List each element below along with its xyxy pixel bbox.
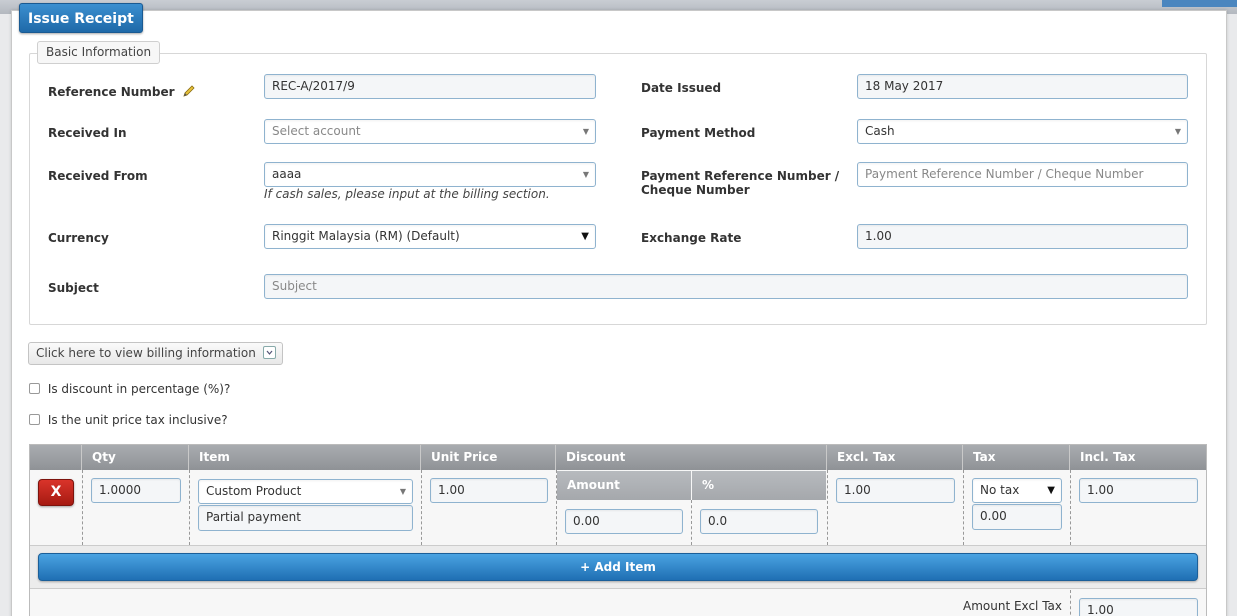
excl-tax-input[interactable]: 1.00 [836,478,955,503]
header-unit-price: Unit Price [421,445,556,470]
date-issued-label: Date Issued [641,81,722,95]
amount-excl-tax-label: Amount Excl Tax [963,599,1062,613]
discount-percentage-checkbox[interactable] [29,383,40,394]
column-divider [1070,470,1071,545]
exchange-rate-input[interactable]: 1.00 [857,224,1188,249]
column-divider [963,470,964,545]
column-divider [556,470,557,545]
header-qty: Qty [82,445,189,470]
payment-reference-label: Payment Reference Number / Cheque Number [641,169,840,197]
payment-method-label: Payment Method [641,126,756,140]
discount-percent-input[interactable]: 0.0 [700,509,818,534]
header-discount-amount: Amount [557,471,691,500]
basic-information-legend: Basic Information [37,41,161,64]
view-billing-button[interactable]: Click here to view billing information [28,342,283,365]
tax-inclusive-option[interactable]: Is the unit price tax inclusive? [29,413,228,427]
subject-input[interactable]: Subject [264,274,1188,299]
header-actions [30,445,82,470]
exchange-rate-label: Exchange Rate [641,231,742,245]
column-divider [691,500,692,545]
reference-number-label: Reference Number [48,84,196,99]
incl-tax-input[interactable]: 1.00 [1079,478,1198,503]
chevron-down-icon: ▼ [399,487,406,496]
reference-number-input[interactable]: REC-A/2017/9 [264,74,596,99]
chevron-down-icon: ▼ [1174,127,1181,136]
column-divider [421,470,422,545]
qty-input[interactable]: 1.0000 [91,478,181,503]
currency-select[interactable]: Ringgit Malaysia (RM) (Default) ▼ [264,224,596,249]
received-in-label: Received In [48,126,127,140]
chevron-down-icon: ▼ [582,127,589,136]
delete-row-button[interactable]: X [38,479,74,506]
item-select[interactable]: Custom Product ▼ [198,479,413,504]
header-discount: Discount [556,445,827,470]
tax-inclusive-checkbox[interactable] [29,414,40,425]
chevron-down-icon: ▼ [581,231,589,242]
received-from-select[interactable]: aaaa ▼ [264,162,596,187]
header-excl-tax: Excl. Tax [827,445,963,470]
header-item: Item [189,445,421,470]
chevron-down-icon: ▼ [1047,485,1055,496]
column-divider [827,470,828,545]
subject-label: Subject [48,281,99,295]
tax-amount-input[interactable]: 0.00 [972,504,1062,530]
page-title: Issue Receipt [19,3,143,33]
received-from-label: Received From [48,169,148,183]
chevron-down-icon [262,346,276,359]
column-divider [82,470,83,545]
pencil-edit-icon[interactable] [182,84,196,98]
column-divider [189,470,190,545]
header-tax: Tax [963,445,1070,470]
header-discount-percent: % [692,471,826,500]
date-issued-input[interactable]: 18 May 2017 [857,74,1188,99]
item-description-input[interactable]: Partial payment [198,505,413,531]
payment-method-select[interactable]: Cash ▼ [857,119,1188,144]
tax-select[interactable]: No tax ▼ [972,478,1062,503]
discount-percentage-option[interactable]: Is discount in percentage (%)? [29,382,230,396]
received-from-hint: If cash sales, please input at the billi… [264,187,550,201]
amount-excl-tax-value: 1.00 [1079,598,1198,616]
add-item-button[interactable]: + Add Item [38,553,1198,581]
discount-amount-input[interactable]: 0.00 [565,509,683,534]
received-in-select[interactable]: Select account ▼ [264,119,596,144]
unit-price-input[interactable]: 1.00 [430,478,548,503]
header-incl-tax: Incl. Tax [1070,445,1206,470]
column-divider [1070,590,1071,616]
top-bar-accent [1162,0,1237,7]
chevron-down-icon: ▼ [582,170,589,179]
currency-label: Currency [48,231,109,245]
payment-reference-input[interactable]: Payment Reference Number / Cheque Number [857,162,1188,187]
